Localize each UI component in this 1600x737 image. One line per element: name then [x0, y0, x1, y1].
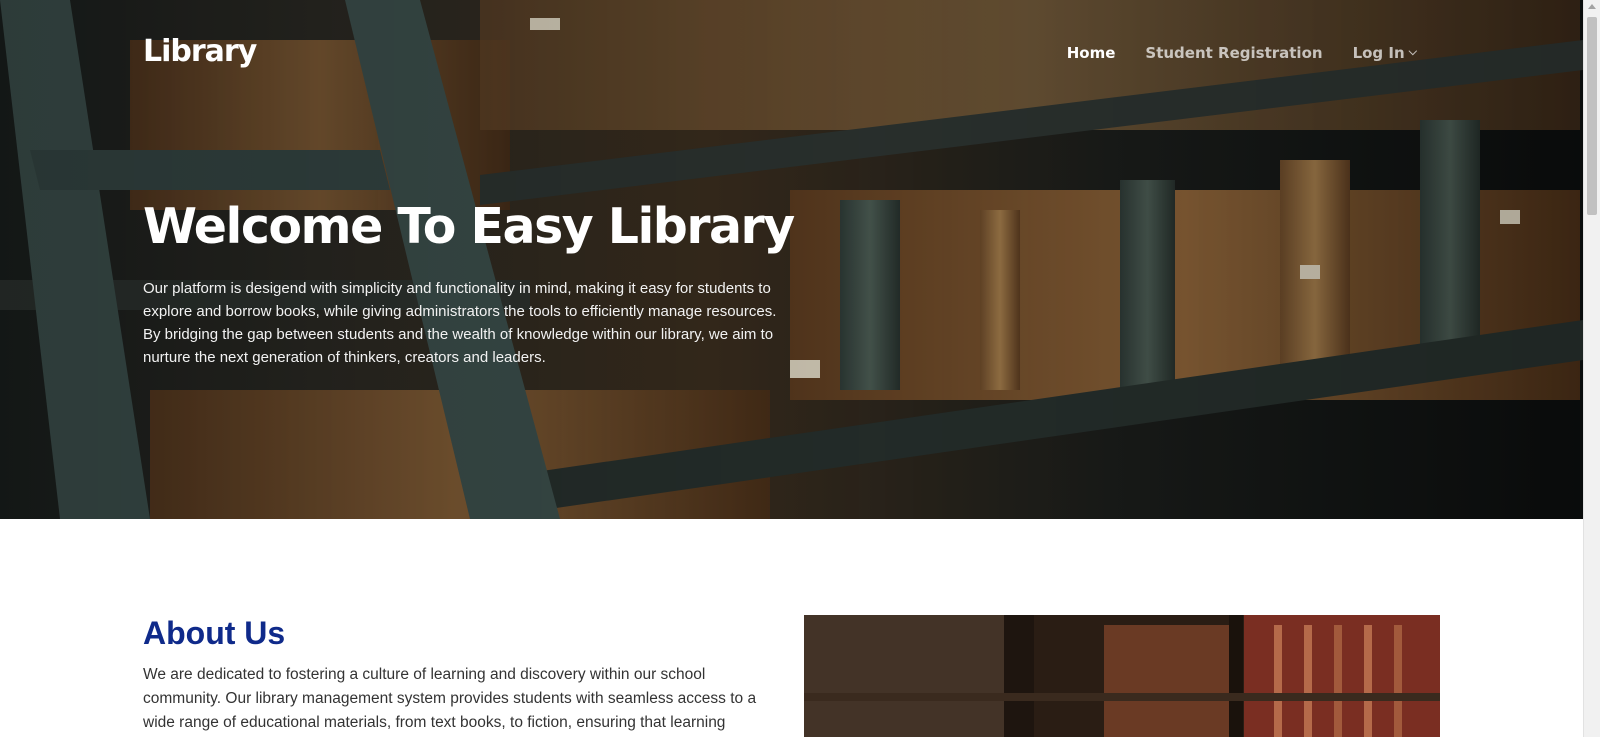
- about-bookshelf-art: [804, 615, 1440, 737]
- hero-overlay: [0, 0, 1583, 519]
- about-description: We are dedicated to fostering a culture …: [143, 666, 757, 731]
- about-title: About Us: [143, 615, 286, 651]
- brand-logo[interactable]: Library: [143, 34, 257, 69]
- hero-description: Our platform is desigend with simplicity…: [143, 280, 777, 366]
- vertical-scrollbar[interactable]: [1583, 0, 1600, 737]
- about-library-image: [804, 615, 1440, 737]
- top-navigation: Home Student Registration Log In ⌵: [1067, 44, 1417, 62]
- scroll-up-icon[interactable]: [1588, 4, 1596, 9]
- nav-login-dropdown[interactable]: Log In ⌵: [1353, 44, 1417, 62]
- nav-login-label: Log In: [1352, 44, 1405, 62]
- nav-student-registration[interactable]: Student Registration: [1145, 44, 1322, 62]
- hero-title: Welcome To Easy Library: [143, 198, 795, 255]
- scrollbar-thumb[interactable]: [1587, 17, 1597, 215]
- chevron-down-icon: ⌵: [1408, 45, 1417, 58]
- hero-banner: Library Home Student Registration Log In…: [0, 0, 1583, 519]
- nav-home[interactable]: Home: [1067, 44, 1116, 62]
